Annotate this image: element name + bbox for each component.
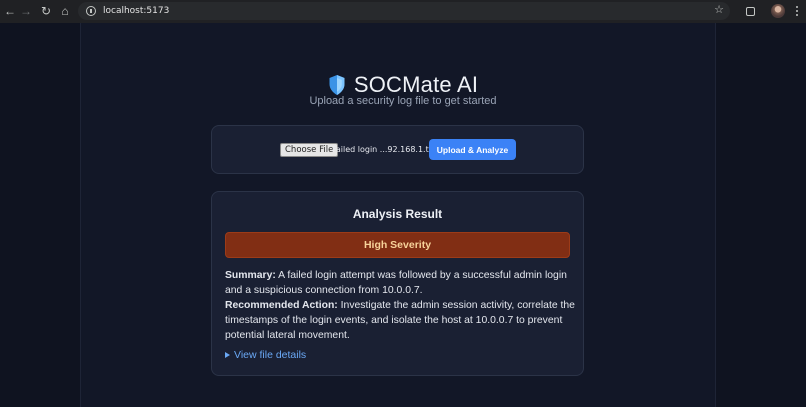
home-icon[interactable]: ⌂	[55, 1, 75, 21]
triangle-right-icon	[225, 352, 230, 358]
result-title: Analysis Result	[352, 207, 443, 221]
shield-icon	[329, 75, 345, 95]
page-subtitle: Upload a security log file to get starte…	[309, 95, 497, 107]
choose-file-button[interactable]: Choose File	[280, 143, 339, 157]
browser-toolbar: ← → ↻ ⌂ localhost:5173 ☆	[0, 0, 806, 23]
star-icon[interactable]: ☆	[714, 3, 724, 16]
upload-analyze-button[interactable]: Upload & Analyze	[429, 139, 516, 160]
upload-card: Choose File Failed login ...92.168.1.txt…	[211, 125, 584, 174]
summary-label: Summary:	[225, 270, 276, 281]
analysis-result-card: Analysis Result High Severity Summary: A…	[211, 191, 584, 376]
kebab-menu-icon[interactable]	[792, 4, 802, 18]
extensions-icon[interactable]	[741, 2, 759, 20]
avatar[interactable]	[771, 4, 785, 18]
address-bar[interactable]: localhost:5173 ☆	[78, 2, 730, 20]
recommended-action-label: Recommended Action:	[225, 300, 338, 311]
severity-badge: High Severity	[225, 232, 570, 258]
summary-text: A failed login attempt was followed by a…	[225, 270, 567, 296]
view-file-details-toggle[interactable]: View file details	[225, 349, 306, 361]
view-file-details-label[interactable]: View file details	[234, 349, 306, 361]
forward-icon[interactable]: →	[16, 1, 36, 21]
result-text: Summary: A failed login attempt was foll…	[225, 268, 575, 343]
selected-file-name: Failed login ...92.168.1.txt	[332, 145, 437, 154]
reload-icon[interactable]: ↻	[36, 1, 56, 21]
page: SOCMate AI Upload a security log file to…	[0, 23, 806, 407]
url-text[interactable]: localhost:5173	[103, 6, 169, 16]
site-info-icon[interactable]	[86, 6, 96, 16]
